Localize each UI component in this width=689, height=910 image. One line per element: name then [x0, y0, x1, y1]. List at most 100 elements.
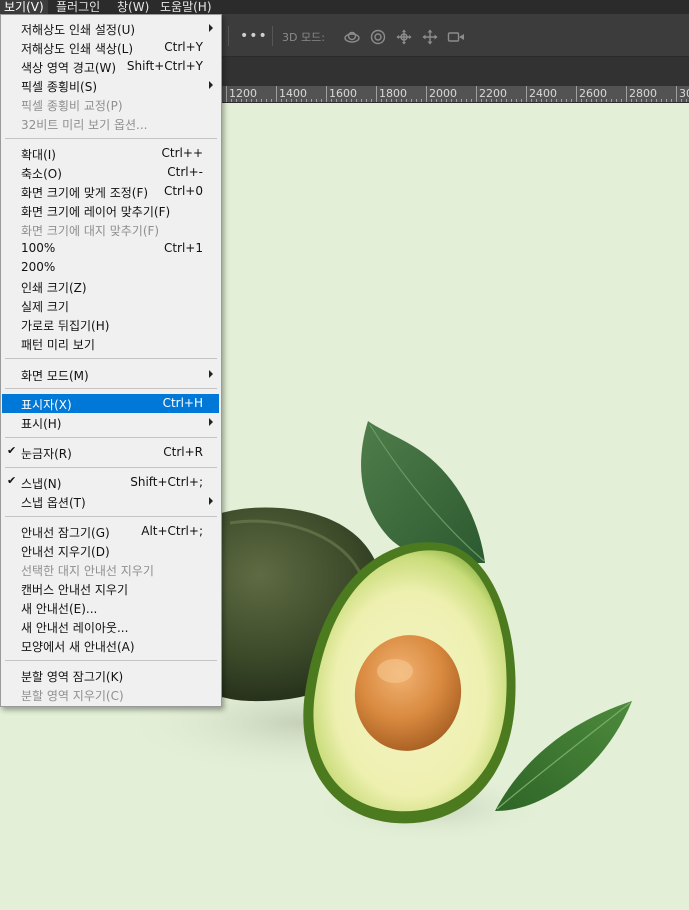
menu-item-label: 안내선 잠그기(G) — [21, 526, 110, 540]
ruler-tick — [541, 99, 542, 102]
menu-item-lock-slices[interactable]: 분할 영역 잠그기(K) — [2, 666, 219, 685]
options-separator — [272, 26, 273, 46]
menubar-window[interactable]: 창(W) — [113, 0, 153, 14]
menu-item-gamut-warning[interactable]: 색상 영역 경고(W) Shift+Ctrl+Y — [2, 57, 219, 76]
ruler-tick — [621, 99, 622, 102]
ruler-label: 2000 — [429, 87, 457, 100]
ruler-tick — [561, 99, 562, 102]
roll-3d-icon[interactable] — [369, 29, 387, 45]
menu-item-label: 32비트 미리 보기 옵션... — [21, 118, 148, 132]
menu-item-fit-artboard-on-screen: 화면 크기에 대지 맞추기(F) — [2, 220, 219, 239]
menu-item-fit-layer-on-screen[interactable]: 화면 크기에 레이어 맞추기(F) — [2, 201, 219, 220]
ruler-tick — [656, 99, 657, 102]
menu-item-label: 저해상도 인쇄 색상(L) — [21, 42, 133, 56]
menu-item-100-percent[interactable]: 100% Ctrl+1 — [2, 239, 219, 258]
ruler-tick — [556, 99, 557, 102]
menubar-plugins[interactable]: 플러그인 — [52, 0, 104, 14]
menu-item-snap[interactable]: ✔ 스냅(N) Shift+Ctrl+; — [2, 473, 219, 492]
ruler-tick — [296, 99, 297, 102]
menu-item-actual-size[interactable]: 실제 크기 — [2, 296, 219, 315]
ruler-tick — [531, 99, 532, 102]
menu-item-proof-setup[interactable]: 저해상도 인쇄 설정(U) — [2, 19, 219, 38]
slide-3d-icon[interactable] — [421, 29, 439, 45]
more-options-button[interactable]: ••• — [240, 28, 268, 44]
ruler-tick — [256, 99, 257, 102]
menu-item-label: 픽셀 종횡비(S) — [21, 80, 97, 94]
ruler-tick — [416, 99, 417, 102]
menu-separator — [5, 358, 217, 359]
menubar-help[interactable]: 도움말(H) — [156, 0, 216, 14]
ruler-tick — [551, 99, 552, 102]
menu-item-new-guides-from-shape[interactable]: 모양에서 새 안내선(A) — [2, 636, 219, 655]
submenu-arrow-icon — [209, 497, 213, 505]
menubar-view[interactable]: 보기(V) — [0, 0, 48, 14]
orbit-3d-icon[interactable] — [343, 29, 361, 45]
checkmark-icon: ✔ — [7, 474, 17, 487]
ruler-tick — [276, 86, 277, 102]
ruler-tick — [566, 99, 567, 102]
ruler-tick — [326, 86, 327, 102]
ruler-tick — [371, 99, 372, 102]
ruler-tick — [246, 99, 247, 102]
menu-item-clear-guides[interactable]: 안내선 지우기(D) — [2, 541, 219, 560]
menu-item-label: 모양에서 새 안내선(A) — [21, 640, 135, 654]
menu-item-label: 선택한 대지 안내선 지우기 — [21, 564, 154, 578]
menu-item-clear-selected-artboard-guides: 선택한 대지 안내선 지우기 — [2, 560, 219, 579]
ruler-tick — [316, 99, 317, 102]
menu-item-label: 확대(I) — [21, 148, 56, 162]
menu-item-zoom-out[interactable]: 축소(O) Ctrl+- — [2, 163, 219, 182]
menu-item-pattern-preview[interactable]: 패턴 미리 보기 — [2, 334, 219, 353]
menu-item-clear-canvas-guides[interactable]: 캔버스 안내선 지우기 — [2, 579, 219, 598]
pan-3d-icon[interactable] — [395, 29, 413, 45]
ruler-tick — [636, 99, 637, 102]
ruler-tick — [321, 99, 322, 102]
menu-item-label: 실제 크기 — [21, 300, 69, 314]
menu-item-proof-colors[interactable]: 저해상도 인쇄 색상(L) Ctrl+Y — [2, 38, 219, 57]
ruler-tick — [641, 99, 642, 102]
ruler-tick — [651, 99, 652, 102]
ruler-tick — [446, 99, 447, 102]
ruler-tick — [586, 99, 587, 102]
ruler-tick — [426, 86, 427, 102]
ruler-tick — [471, 99, 472, 102]
menu-item-snap-to[interactable]: 스냅 옵션(T) — [2, 492, 219, 511]
ruler-tick — [601, 99, 602, 102]
ruler-tick — [396, 99, 397, 102]
ruler-tick — [591, 99, 592, 102]
menu-item-label: 인쇄 크기(Z) — [21, 281, 87, 295]
ruler-tick — [341, 99, 342, 102]
menu-item-shortcut: Ctrl+R — [163, 445, 203, 459]
menu-item-pixel-aspect-ratio[interactable]: 픽셀 종횡비(S) — [2, 76, 219, 95]
menu-item-lock-guides[interactable]: 안내선 잠그기(G) Alt+Ctrl+; — [2, 522, 219, 541]
ruler-tick — [406, 99, 407, 102]
menu-item-label: 스냅(N) — [21, 477, 62, 491]
menu-item-extras[interactable]: 표시자(X) Ctrl+H — [2, 394, 219, 413]
ruler-tick — [376, 86, 377, 102]
menu-item-rulers[interactable]: ✔ 눈금자(R) Ctrl+R — [2, 443, 219, 462]
ruler-tick — [646, 99, 647, 102]
ruler-tick — [386, 99, 387, 102]
ruler-label: 1800 — [379, 87, 407, 100]
menu-item-shortcut: Ctrl+0 — [163, 184, 203, 198]
menu-item-fit-on-screen[interactable]: 화면 크기에 맞게 조정(F) Ctrl+0 — [2, 182, 219, 201]
menu-item-zoom-in[interactable]: 확대(I) Ctrl++ — [2, 144, 219, 163]
menu-item-200-percent[interactable]: 200% — [2, 258, 219, 277]
options-separator — [228, 26, 229, 46]
ruler-tick — [346, 99, 347, 102]
menu-item-screen-mode[interactable]: 화면 모드(M) — [2, 365, 219, 384]
mode-3d-label: 3D 모드: — [282, 31, 325, 44]
ruler-label: 2800 — [629, 87, 657, 100]
menu-item-new-guide[interactable]: 새 안내선(E)... — [2, 598, 219, 617]
menu-item-new-guide-layout[interactable]: 새 안내선 레이아웃... — [2, 617, 219, 636]
menu-item-label: 표시(H) — [21, 417, 62, 431]
ruler-tick — [491, 99, 492, 102]
ruler-label: 1600 — [329, 87, 357, 100]
video-camera-3d-icon[interactable] — [447, 29, 465, 45]
menu-item-flip-horizontal[interactable]: 가로로 뒤집기(H) — [2, 315, 219, 334]
ruler-tick — [351, 99, 352, 102]
submenu-arrow-icon — [209, 24, 213, 32]
ruler-tick — [666, 99, 667, 102]
menu-item-print-size[interactable]: 인쇄 크기(Z) — [2, 277, 219, 296]
menu-item-show[interactable]: 표시(H) — [2, 413, 219, 432]
ruler-tick — [226, 86, 227, 102]
